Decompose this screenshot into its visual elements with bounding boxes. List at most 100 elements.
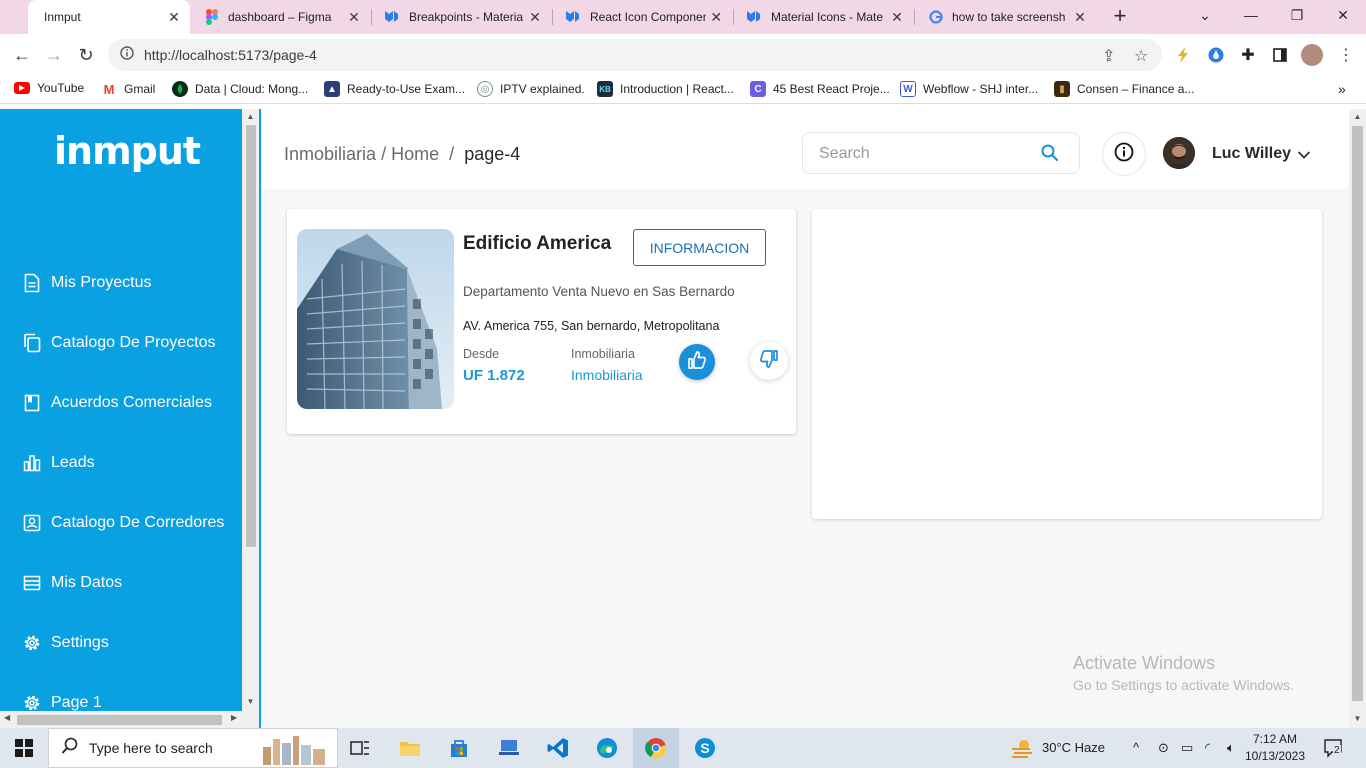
side-panel-icon[interactable] [1270, 45, 1290, 65]
tab-material-icons[interactable]: Material Icons - Mate ✕ [735, 0, 913, 34]
tab-google-search[interactable]: how to take screensh ✕ [916, 0, 1096, 34]
sidebar-item-settings[interactable]: Settings [22, 629, 109, 657]
restore-button[interactable]: ❐ [1274, 0, 1320, 30]
volume-icon[interactable]: 🔈︎ [1227, 740, 1235, 756]
browser-menu-icon[interactable]: ⋮ [1336, 45, 1356, 65]
chevron-down-icon[interactable] [1297, 147, 1311, 165]
wifi-icon[interactable]: ◜ [1205, 740, 1210, 756]
document-icon [22, 273, 42, 293]
sidebar-vertical-scrollbar[interactable]: ▲ ▼ [242, 109, 259, 728]
sidebar-item-mis-datos[interactable]: Mis Datos [22, 569, 122, 597]
taskbar-search-input[interactable]: Type here to search [48, 728, 338, 768]
chrome-icon[interactable] [644, 736, 668, 760]
forward-button[interactable]: → [41, 42, 67, 68]
close-window-button[interactable]: ✕ [1320, 0, 1366, 30]
extensions-puzzle-icon[interactable]: ✚ [1238, 45, 1258, 65]
mui-icon [385, 9, 401, 25]
edge-icon[interactable] [595, 736, 619, 760]
close-tab-icon[interactable]: ✕ [1070, 9, 1090, 26]
extension-bolt-icon[interactable] [1173, 45, 1193, 65]
avatar[interactable] [1163, 137, 1195, 169]
breadcrumb: Inmobiliaria / Home / page-4 [284, 144, 520, 165]
profile-avatar-icon[interactable] [1301, 44, 1323, 66]
sidebar-item-mis-proyectus[interactable]: Mis Proyectus [22, 269, 151, 297]
sidebar-item-label: Settings [51, 634, 109, 651]
info-button[interactable] [1102, 132, 1146, 176]
scrollbar-thumb[interactable] [17, 715, 222, 725]
share-icon[interactable]: ⇪ [1102, 46, 1115, 66]
search-input[interactable]: Search [802, 132, 1080, 174]
reload-button[interactable]: ↻ [73, 42, 99, 68]
sidebar-horizontal-scrollbar[interactable]: ◀ ▶ [0, 711, 242, 728]
tab-breakpoints[interactable]: Breakpoints - Materia ✕ [373, 0, 551, 34]
scroll-left-arrow-icon[interactable]: ◀ [4, 713, 10, 722]
extension-drop-icon[interactable] [1206, 45, 1226, 65]
new-tab-button[interactable]: + [1108, 4, 1132, 28]
sidebar-item-catalogo-corredores[interactable]: Catalogo De Corredores [22, 509, 224, 537]
sidebar-item-catalogo-proyectos[interactable]: Catalogo De Proyectos [22, 329, 216, 357]
sidebar-item-acuerdos-comerciales[interactable]: Acuerdos Comerciales [22, 389, 212, 417]
close-tab-icon[interactable]: ✕ [706, 9, 726, 26]
close-tab-icon[interactable]: ✕ [525, 9, 545, 26]
scroll-down-arrow-icon[interactable]: ▼ [242, 697, 259, 706]
microsoft-store-icon[interactable] [447, 736, 471, 760]
activate-windows-subtitle: Go to Settings to activate Windows. [1073, 677, 1294, 693]
site-info-icon[interactable] [120, 45, 134, 65]
vscode-icon[interactable] [546, 736, 570, 760]
dislike-button[interactable] [750, 342, 788, 380]
network-meet-icon[interactable]: ⊙ [1158, 740, 1169, 756]
tab-react-icon[interactable]: React Icon Componen ✕ [554, 0, 732, 34]
scrollbar-thumb[interactable] [1352, 126, 1363, 701]
bookmark-star-icon[interactable]: ☆ [1134, 46, 1148, 66]
scroll-up-arrow-icon[interactable]: ▲ [1349, 112, 1366, 121]
scroll-right-arrow-icon[interactable]: ▶ [231, 713, 237, 722]
mui-icon [747, 9, 763, 25]
skype-icon[interactable]: S [693, 736, 717, 760]
gmail-icon: M [103, 81, 115, 97]
bookmark-consen[interactable]: ▮ Consen – Finance a... [1054, 81, 1194, 97]
page-vertical-scrollbar[interactable]: ▲ ▼ [1349, 109, 1366, 728]
minimize-button[interactable]: — [1228, 0, 1274, 30]
tab-search-chevron-icon[interactable]: ⌄ [1182, 0, 1228, 30]
bookmark-introduction-react[interactable]: KB Introduction | React... [597, 81, 734, 97]
weather-haze-icon[interactable] [1010, 736, 1034, 760]
scrollbar-thumb[interactable] [246, 125, 256, 547]
user-name[interactable]: Luc Willey [1212, 145, 1291, 163]
bookmark-gmail[interactable]: M Gmail [101, 81, 156, 97]
sidebar-item-leads[interactable]: Leads [22, 449, 95, 477]
tab-figma[interactable]: dashboard – Figma ✕ [192, 0, 370, 34]
back-button[interactable]: ← [9, 42, 35, 68]
close-tab-icon[interactable]: ✕ [344, 9, 364, 26]
tab-inmput[interactable]: Inmput ✕ [28, 0, 190, 34]
bookmark-mongodb[interactable]: Data | Cloud: Mong... [172, 81, 308, 97]
address-bar[interactable]: http://localhost:5173/page-4 ⇪ ☆ [108, 39, 1162, 71]
agency-link[interactable]: Inmobiliaria [571, 367, 643, 383]
breadcrumb-root[interactable]: Inmobiliaria [284, 144, 376, 164]
bookmark-webflow[interactable]: W Webflow - SHJ inter... [900, 81, 1038, 97]
weather-text[interactable]: 30°C Haze [1042, 740, 1105, 755]
close-tab-icon[interactable]: ✕ [164, 9, 184, 26]
bookmark-label: Ready-to-Use Exam... [347, 82, 466, 96]
breadcrumb-current: page-4 [464, 144, 521, 164]
task-view-icon[interactable] [348, 736, 372, 760]
more-bookmarks-chevron-icon[interactable]: » [1338, 81, 1346, 97]
tray-chevron-up-icon[interactable]: ^ [1133, 740, 1139, 755]
brand-logo[interactable]: inmput [54, 129, 201, 173]
search-icon[interactable] [1040, 143, 1060, 168]
bookmark-best-react[interactable]: C 45 Best React Proje... [750, 81, 890, 97]
battery-icon[interactable]: ▭ [1181, 740, 1193, 756]
bookmark-ready-to-use[interactable]: ▲ Ready-to-Use Exam... [324, 81, 465, 97]
informacion-button[interactable]: INFORMACION [633, 229, 766, 266]
scroll-up-arrow-icon[interactable]: ▲ [242, 112, 259, 121]
breadcrumb-home[interactable]: Home [391, 144, 439, 164]
bookmark-iptv[interactable]: ◎ IPTV explained. [477, 81, 585, 97]
windows-start-icon[interactable] [12, 736, 36, 760]
taskbar-clock[interactable]: 7:12 AM 10/13/2023 [1244, 731, 1306, 765]
scroll-down-arrow-icon[interactable]: ▼ [1349, 714, 1366, 723]
like-button[interactable] [679, 344, 715, 380]
close-tab-icon[interactable]: ✕ [887, 9, 907, 26]
notifications-icon[interactable]: 2 [1322, 736, 1346, 760]
file-explorer-icon[interactable] [398, 736, 422, 760]
bookmark-youtube[interactable]: YouTube [14, 81, 84, 95]
remote-desktop-icon[interactable] [497, 736, 521, 760]
